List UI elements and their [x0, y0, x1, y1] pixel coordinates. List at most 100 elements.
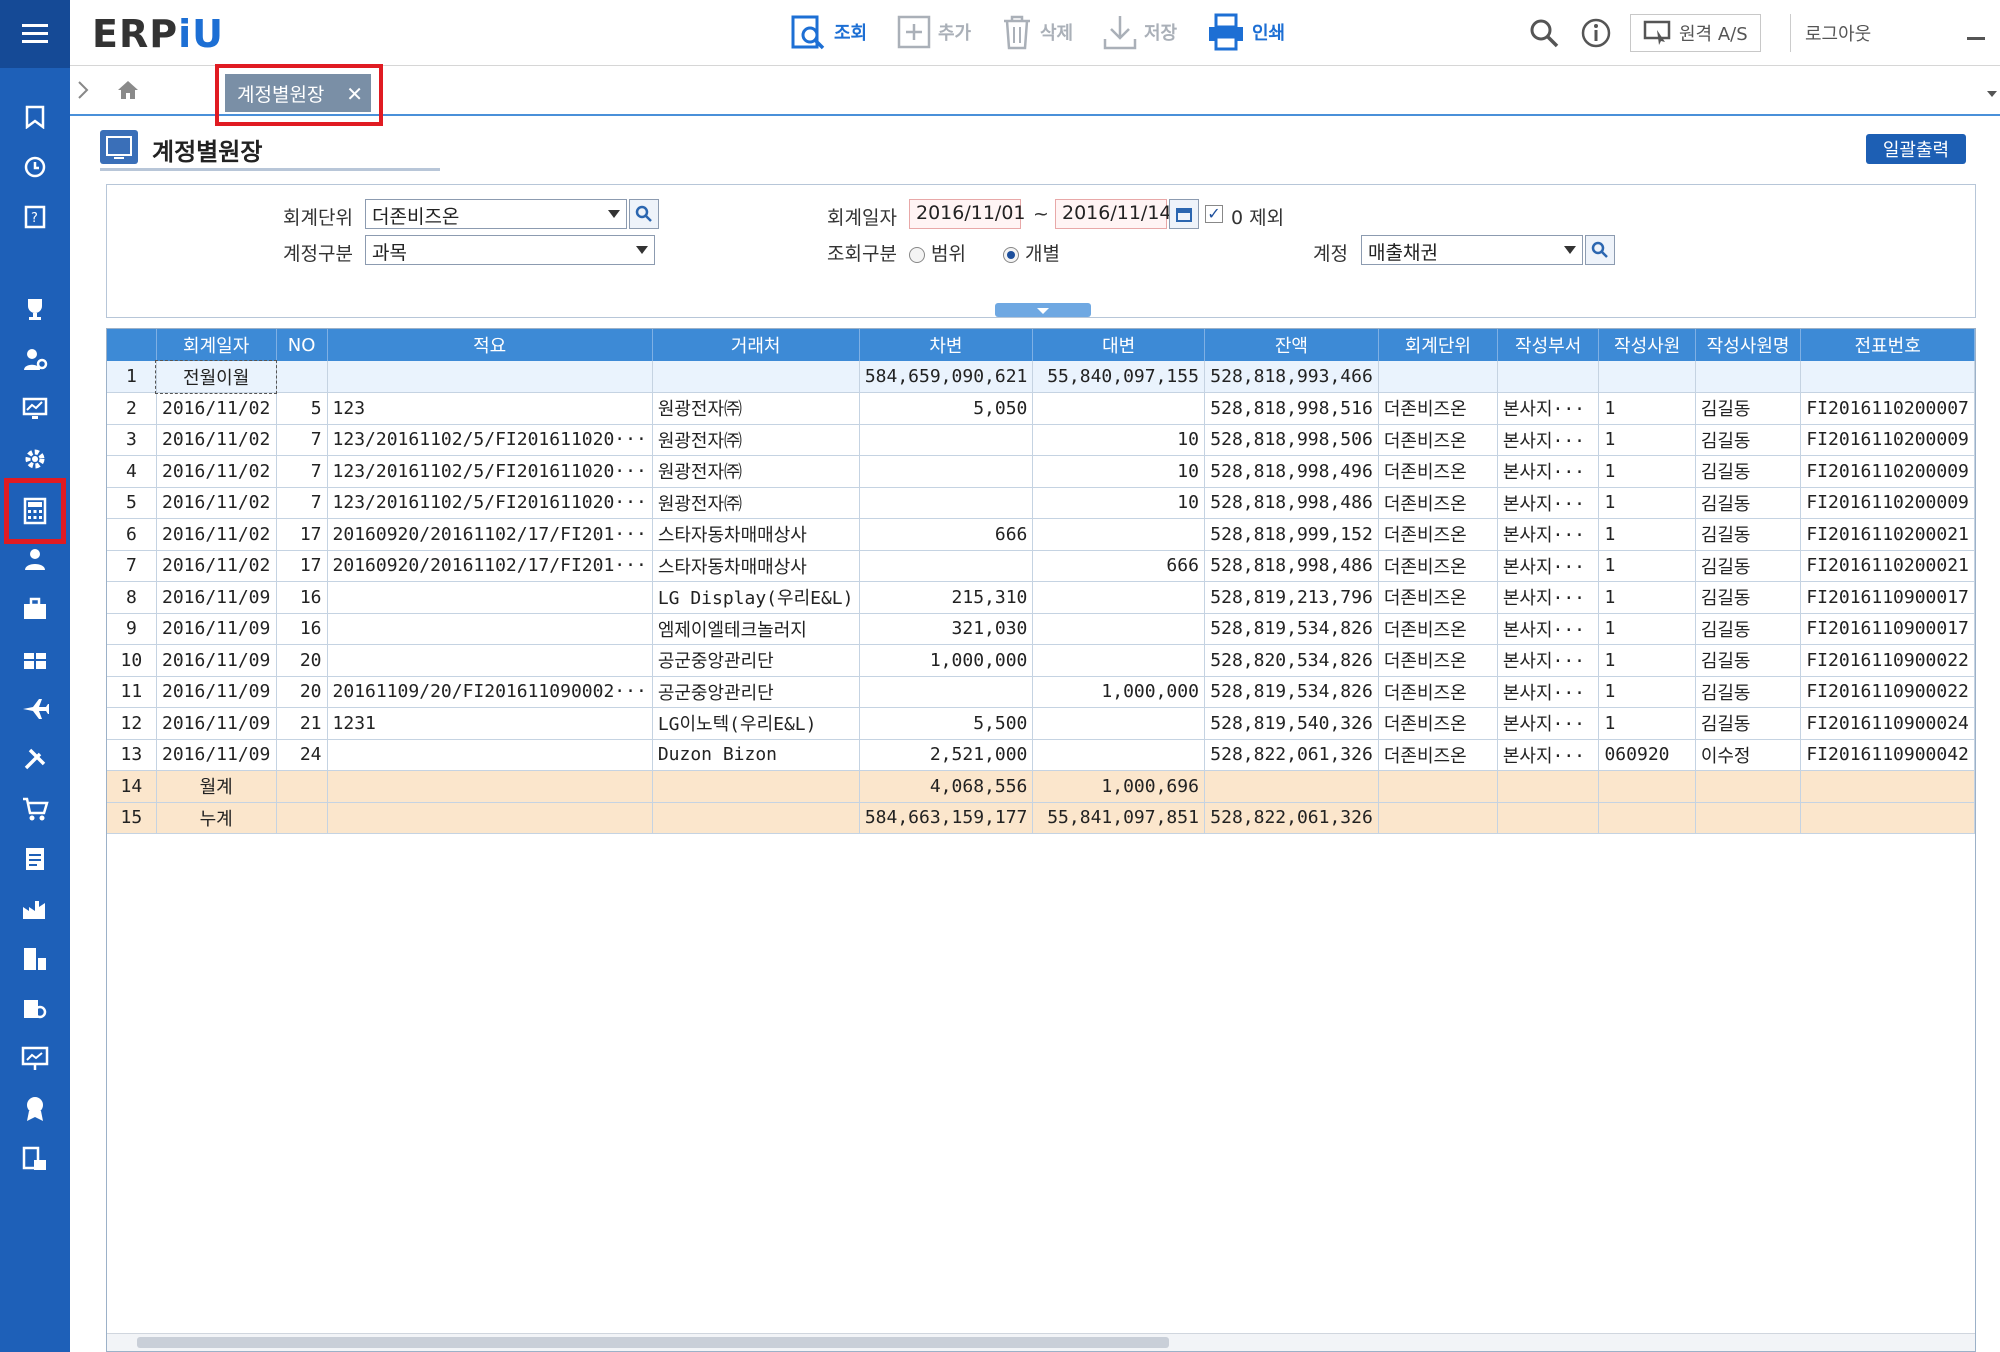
unit-search-icon[interactable]: [629, 199, 659, 229]
table-cell[interactable]: [652, 770, 860, 803]
table-cell[interactable]: 공군중앙관리단: [652, 676, 860, 708]
table-cell[interactable]: 123/20161102/5/FI201611020···: [327, 455, 653, 488]
table-cell[interactable]: 528,818,998,516: [1204, 392, 1379, 425]
table-cell[interactable]: FI2016110200021: [1800, 518, 1975, 551]
remote-support-button[interactable]: 원격 A/S: [1630, 14, 1761, 52]
table-cell[interactable]: 123: [327, 392, 653, 425]
table-cell[interactable]: [859, 550, 1034, 582]
table-cell[interactable]: [1032, 613, 1205, 645]
table-cell[interactable]: [859, 676, 1034, 708]
table-cell[interactable]: 1: [1598, 581, 1696, 614]
table-cell[interactable]: FI2016110900017: [1800, 581, 1975, 614]
table-cell[interactable]: 김길동: [1695, 518, 1802, 551]
building-chart-icon[interactable]: [8, 936, 62, 982]
table-cell[interactable]: [276, 770, 328, 803]
table-cell[interactable]: 2016/11/02: [156, 518, 277, 551]
account-search-icon[interactable]: [1585, 235, 1615, 265]
table-cell[interactable]: 123/20161102/5/FI201611020···: [327, 424, 653, 456]
table-cell[interactable]: 528,822,061,326: [1204, 802, 1379, 834]
presentation-icon[interactable]: [8, 1036, 62, 1082]
table-cell[interactable]: 528,818,993,466: [1204, 361, 1379, 393]
trophy-icon[interactable]: [8, 286, 62, 332]
table-cell[interactable]: 본사지···: [1497, 644, 1600, 677]
column-header[interactable]: 작성사원: [1598, 329, 1696, 361]
table-cell[interactable]: 6: [107, 518, 157, 551]
table-cell[interactable]: 2016/11/02: [156, 455, 277, 488]
table-cell[interactable]: 123/20161102/5/FI201611020···: [327, 487, 653, 519]
table-cell[interactable]: 528,818,998,506: [1204, 424, 1379, 456]
table-cell[interactable]: 본사지···: [1497, 581, 1600, 614]
table-cell[interactable]: [1032, 518, 1205, 551]
table-cell[interactable]: 원광전자㈜: [652, 424, 860, 456]
table-cell[interactable]: 본사지···: [1497, 455, 1600, 488]
table-cell[interactable]: [1032, 392, 1205, 425]
table-cell[interactable]: 본사지···: [1497, 707, 1600, 740]
table-cell[interactable]: 본사지···: [1497, 613, 1600, 645]
column-header[interactable]: 회계단위: [1378, 329, 1498, 361]
table-cell[interactable]: 2016/11/09: [156, 613, 277, 645]
table-cell[interactable]: 7: [276, 455, 328, 488]
table-cell[interactable]: 2016/11/02: [156, 392, 277, 425]
table-cell[interactable]: 5: [107, 487, 157, 519]
column-header[interactable]: 작성부서: [1497, 329, 1600, 361]
table-cell[interactable]: 666: [859, 518, 1034, 551]
briefcase-icon[interactable]: [8, 586, 62, 632]
table-row[interactable]: 1 전월이월 584,659,090,621 55,840,097,155 528,81…: [107, 360, 1975, 394]
table-cell[interactable]: [1598, 802, 1696, 834]
scroll-thumb[interactable]: [137, 1337, 1169, 1348]
table-cell[interactable]: 더존비즈온: [1378, 644, 1498, 677]
table-cell[interactable]: 20: [276, 644, 328, 677]
table-cell[interactable]: 55,841,097,851: [1032, 802, 1205, 834]
table-cell[interactable]: 2016/11/09: [156, 581, 277, 614]
tab-account-ledger[interactable]: 계정별원장 ✕: [225, 74, 371, 112]
column-header[interactable]: 거래처: [652, 329, 860, 361]
table-cell[interactable]: 3: [107, 424, 157, 456]
table-cell[interactable]: 321,030: [859, 613, 1034, 645]
table-cell[interactable]: FI2016110200021: [1800, 550, 1975, 582]
search-button[interactable]: 조회: [790, 8, 867, 56]
table-cell[interactable]: 1: [1598, 707, 1696, 740]
table-cell[interactable]: 10: [107, 644, 157, 677]
table-cell[interactable]: 528,818,998,496: [1204, 455, 1379, 488]
table-cell[interactable]: 더존비즈온: [1378, 455, 1498, 488]
table-cell[interactable]: [1598, 361, 1696, 393]
history-icon[interactable]: [8, 144, 62, 190]
table-cell[interactable]: 더존비즈온: [1378, 613, 1498, 645]
report-search-icon[interactable]: [8, 986, 62, 1032]
table-cell[interactable]: FI2016110200009: [1800, 487, 1975, 519]
table-cell[interactable]: 전월이월: [155, 360, 278, 394]
table-cell[interactable]: 2016/11/02: [156, 424, 277, 456]
table-cell[interactable]: [327, 613, 653, 645]
table-cell[interactable]: [1378, 802, 1498, 834]
table-cell[interactable]: 더존비즈온: [1378, 487, 1498, 519]
table-cell[interactable]: 원광전자㈜: [652, 487, 860, 519]
table-cell[interactable]: [1497, 802, 1600, 834]
table-cell[interactable]: 1: [1598, 644, 1696, 677]
table-cell[interactable]: [1032, 644, 1205, 677]
table-cell[interactable]: 김길동: [1695, 455, 1802, 488]
table-cell[interactable]: 더존비즈온: [1378, 676, 1498, 708]
table-cell[interactable]: 엠제이엘테크놀러지: [652, 613, 860, 645]
gift-icon[interactable]: [8, 636, 62, 682]
table-cell[interactable]: 528,819,213,796: [1204, 581, 1379, 614]
table-cell[interactable]: 김길동: [1695, 644, 1802, 677]
table-cell[interactable]: 본사지···: [1497, 739, 1600, 771]
table-cell[interactable]: 17: [276, 550, 328, 582]
query-single-radio[interactable]: 개별: [1003, 239, 1060, 266]
table-cell[interactable]: 본사지···: [1497, 676, 1600, 708]
column-header[interactable]: 적요: [327, 329, 653, 361]
table-cell[interactable]: [327, 802, 653, 834]
column-header[interactable]: 잔액: [1204, 329, 1379, 361]
table-cell[interactable]: 528,822,061,326: [1204, 739, 1379, 771]
column-header[interactable]: 대변: [1032, 329, 1205, 361]
table-cell[interactable]: 김길동: [1695, 487, 1802, 519]
table-cell[interactable]: 월계: [156, 770, 277, 803]
table-cell[interactable]: 4: [107, 455, 157, 488]
column-header[interactable]: 차변: [859, 329, 1034, 361]
table-cell[interactable]: 김길동: [1695, 613, 1802, 645]
table-cell[interactable]: [327, 581, 653, 614]
table-cell[interactable]: 1231: [327, 707, 653, 740]
table-cell[interactable]: [327, 770, 653, 803]
table-cell[interactable]: 15: [107, 802, 157, 834]
table-cell[interactable]: [1800, 802, 1975, 834]
